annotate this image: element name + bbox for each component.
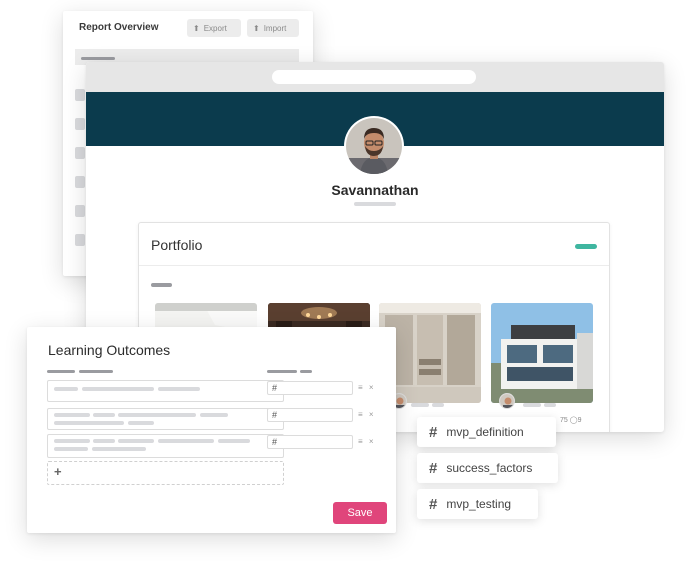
browser-toolbar: [86, 62, 664, 92]
text-placeholder: [200, 413, 228, 417]
text-placeholder: [158, 439, 214, 443]
learning-outcomes-title: Learning Outcomes: [48, 342, 171, 358]
address-bar[interactable]: [272, 70, 476, 84]
text-placeholder: [54, 421, 124, 425]
portfolio-action-pill[interactable]: [575, 244, 597, 249]
person-photo: [500, 394, 514, 408]
hashtag-field[interactable]: #: [267, 381, 353, 395]
tag-chip[interactable]: # mvp_definition: [417, 417, 556, 447]
outcome-textarea[interactable]: [47, 408, 284, 430]
report-row-marker: [75, 89, 85, 101]
outcome-textarea[interactable]: [47, 434, 284, 458]
author-name-placeholder: [544, 403, 556, 407]
import-button[interactable]: ⬆ Import: [247, 19, 299, 37]
import-icon: ⬆: [253, 23, 260, 33]
text-placeholder: [93, 413, 115, 417]
modern-house-image: [491, 303, 593, 403]
text-placeholder: [54, 439, 90, 443]
learning-outcomes-panel: Learning Outcomes # ≡ × # ≡ × # ≡ × + Sa…: [27, 327, 396, 533]
add-outcome-button[interactable]: +: [47, 461, 284, 485]
profile-name: Savannathan: [331, 182, 419, 198]
tag-label: mvp_testing: [446, 497, 512, 511]
tag-label: mvp_definition: [446, 425, 524, 439]
hashtag-icon: #: [429, 495, 438, 513]
text-placeholder: [93, 439, 115, 443]
save-button[interactable]: Save: [333, 502, 387, 524]
author-avatar[interactable]: [499, 393, 515, 409]
profile-avatar[interactable]: [344, 116, 404, 176]
text-placeholder: [158, 387, 200, 391]
text-placeholder: [54, 447, 88, 451]
report-row-marker: [75, 205, 85, 217]
row-actions[interactable]: ≡ ×: [358, 410, 376, 419]
column-header-placeholder: [300, 370, 312, 373]
export-button[interactable]: ⬆ Export: [187, 19, 241, 37]
divider: [139, 265, 609, 266]
row-actions[interactable]: ≡ ×: [358, 437, 376, 446]
text-placeholder: [118, 439, 154, 443]
text-placeholder: [92, 447, 146, 451]
author-name-placeholder: [411, 403, 429, 407]
tag-chip[interactable]: # mvp_testing: [417, 489, 538, 519]
portfolio-filter-placeholder: [151, 283, 172, 287]
text-placeholder: [218, 439, 250, 443]
column-header-placeholder: [79, 370, 113, 373]
person-photo: [346, 118, 402, 174]
hashtag-field[interactable]: #: [267, 408, 353, 422]
item-stats: 75 ◯9: [560, 417, 582, 424]
hashtag-field[interactable]: #: [267, 435, 353, 449]
plus-icon: +: [54, 464, 62, 479]
export-icon: ⬆: [193, 23, 200, 33]
report-row-marker: [75, 147, 85, 159]
text-placeholder: [54, 387, 78, 391]
text-placeholder: [118, 413, 196, 417]
outcome-textarea[interactable]: [47, 380, 284, 402]
author-name-placeholder: [523, 403, 541, 407]
text-placeholder: [128, 421, 154, 425]
report-row-marker: [75, 234, 85, 246]
text-placeholder: [82, 387, 154, 391]
tag-chip[interactable]: # success_factors: [417, 453, 558, 483]
column-header-placeholder: [47, 370, 75, 373]
text-placeholder: [54, 413, 90, 417]
column-header-placeholder: [267, 370, 297, 373]
tag-label: success_factors: [446, 461, 533, 475]
row-actions[interactable]: ≡ ×: [358, 383, 376, 392]
report-title: Report Overview: [79, 22, 159, 33]
author-name-placeholder: [432, 403, 444, 407]
hashtag-icon: #: [429, 459, 438, 477]
report-row-marker: [75, 176, 85, 188]
report-row-marker: [75, 118, 85, 130]
portfolio-item-image[interactable]: [491, 303, 593, 403]
profile-subtitle-placeholder: [354, 202, 396, 206]
export-label: Export: [203, 23, 227, 33]
portfolio-title: Portfolio: [151, 237, 203, 253]
hashtag-icon: #: [429, 423, 438, 441]
report-header-placeholder: [81, 57, 115, 60]
import-label: Import: [263, 23, 287, 33]
